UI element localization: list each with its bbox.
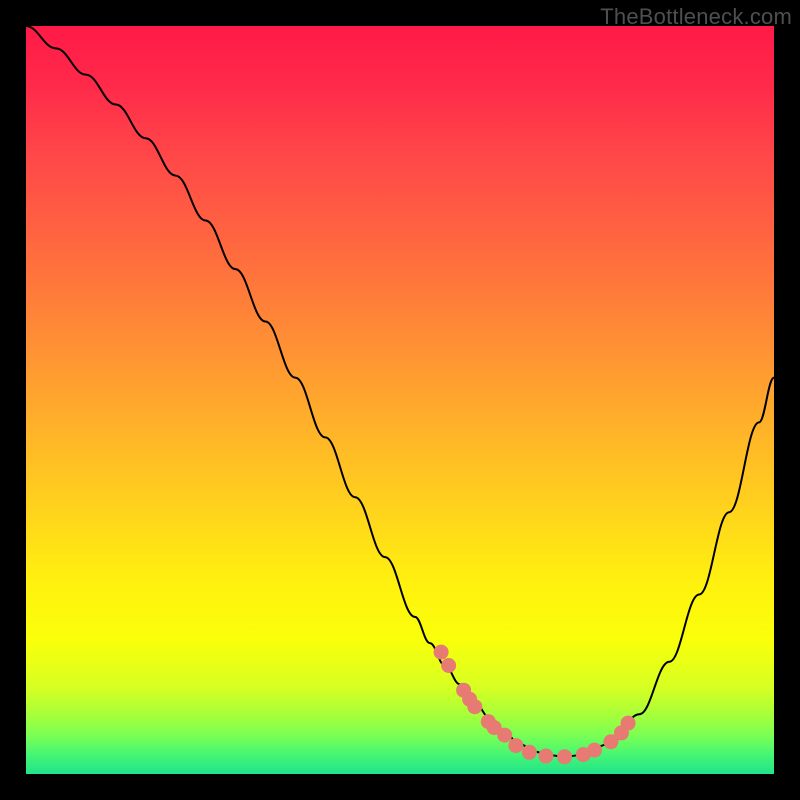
marker-dot	[538, 749, 553, 764]
bottleneck-curve	[26, 26, 774, 757]
chart-overlay	[26, 26, 774, 774]
marker-dot	[497, 728, 512, 743]
marker-dot	[441, 658, 456, 673]
marker-dot	[467, 699, 482, 714]
marker-dot	[557, 749, 572, 764]
marker-dots	[434, 645, 636, 765]
marker-dot	[434, 645, 449, 660]
marker-dot	[621, 716, 636, 731]
marker-dot	[522, 745, 537, 760]
marker-dot	[508, 738, 523, 753]
marker-dot	[587, 743, 602, 758]
